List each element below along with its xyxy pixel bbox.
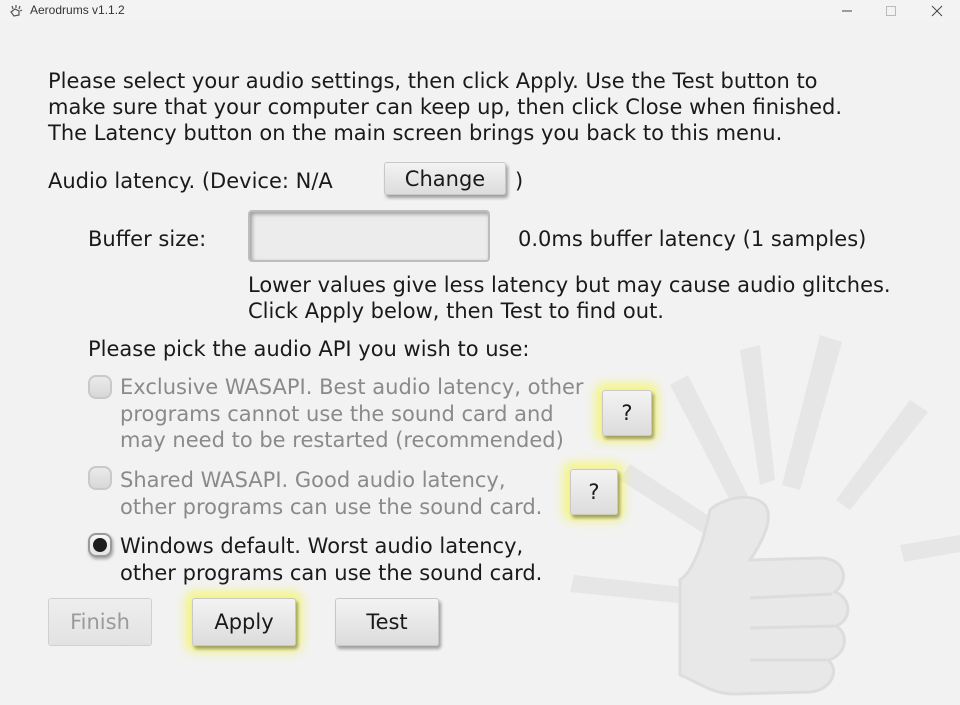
close-icon — [931, 5, 943, 17]
window-title: Aerodrums v1.1.2 — [30, 3, 125, 17]
shared-wasapi-label: Shared WASAPI. Good audio latency, other… — [120, 467, 542, 520]
shared-wasapi-radio[interactable] — [88, 466, 112, 490]
option-line: other programs can use the sound card. — [120, 560, 543, 585]
exclusive-wasapi-label: Exclusive WASAPI. Best audio latency, ot… — [120, 374, 584, 454]
apply-button[interactable]: Apply — [192, 598, 296, 646]
buffer-size-input[interactable] — [248, 210, 490, 262]
option-line: may need to be restarted (recommended) — [120, 428, 564, 452]
latency-close-paren: ) — [515, 169, 524, 193]
windows-default-radio[interactable] — [88, 533, 112, 557]
hint-line: Lower values give less latency but may c… — [248, 273, 891, 297]
audio-api-title: Please pick the audio API you wish to us… — [88, 337, 530, 361]
buffer-latency-info: 0.0ms buffer latency (1 samples) — [518, 227, 867, 251]
app-icon — [10, 5, 23, 17]
buffer-hint-text: Lower values give less latency but may c… — [248, 272, 891, 324]
buffer-size-label: Buffer size: — [88, 227, 207, 251]
intro-line: Please select your audio settings, then … — [48, 69, 818, 93]
windows-default-label: Windows default. Worst audio latency, ot… — [120, 533, 542, 586]
change-device-button[interactable]: Change — [384, 162, 506, 195]
radio-selected-dot — [93, 538, 107, 552]
minimize-button[interactable] — [824, 0, 870, 22]
option-line: Windows default. Worst audio latency, — [120, 534, 524, 558]
option-line: Shared WASAPI. Good audio latency, — [120, 468, 506, 492]
exclusive-wasapi-help-button[interactable]: ? — [602, 390, 652, 436]
hint-line: Click Apply below, then Test to find out… — [248, 299, 664, 323]
finish-button[interactable]: Finish — [48, 598, 152, 646]
thumbs-up-background-illustration — [570, 335, 960, 696]
intro-line: make sure that your computer can keep up… — [48, 95, 843, 119]
test-button[interactable]: Test — [335, 598, 439, 646]
option-line: programs cannot use the sound card and — [120, 401, 554, 426]
option-line: other programs can use the sound card. — [120, 494, 543, 519]
intro-line: The Latency button on the main screen br… — [48, 121, 783, 145]
maximize-icon — [886, 6, 896, 16]
maximize-button[interactable] — [868, 0, 914, 22]
shared-wasapi-help-button[interactable]: ? — [570, 469, 618, 515]
title-bar: Aerodrums v1.1.2 — [0, 0, 960, 22]
intro-text: Please select your audio settings, then … — [48, 68, 842, 146]
minimize-icon — [842, 10, 852, 12]
exclusive-wasapi-radio[interactable] — [88, 375, 112, 399]
audio-latency-label: Audio latency. (Device: N/A — [48, 169, 333, 193]
close-button[interactable] — [914, 0, 960, 22]
option-line: Exclusive WASAPI. Best audio latency, ot… — [120, 375, 584, 399]
